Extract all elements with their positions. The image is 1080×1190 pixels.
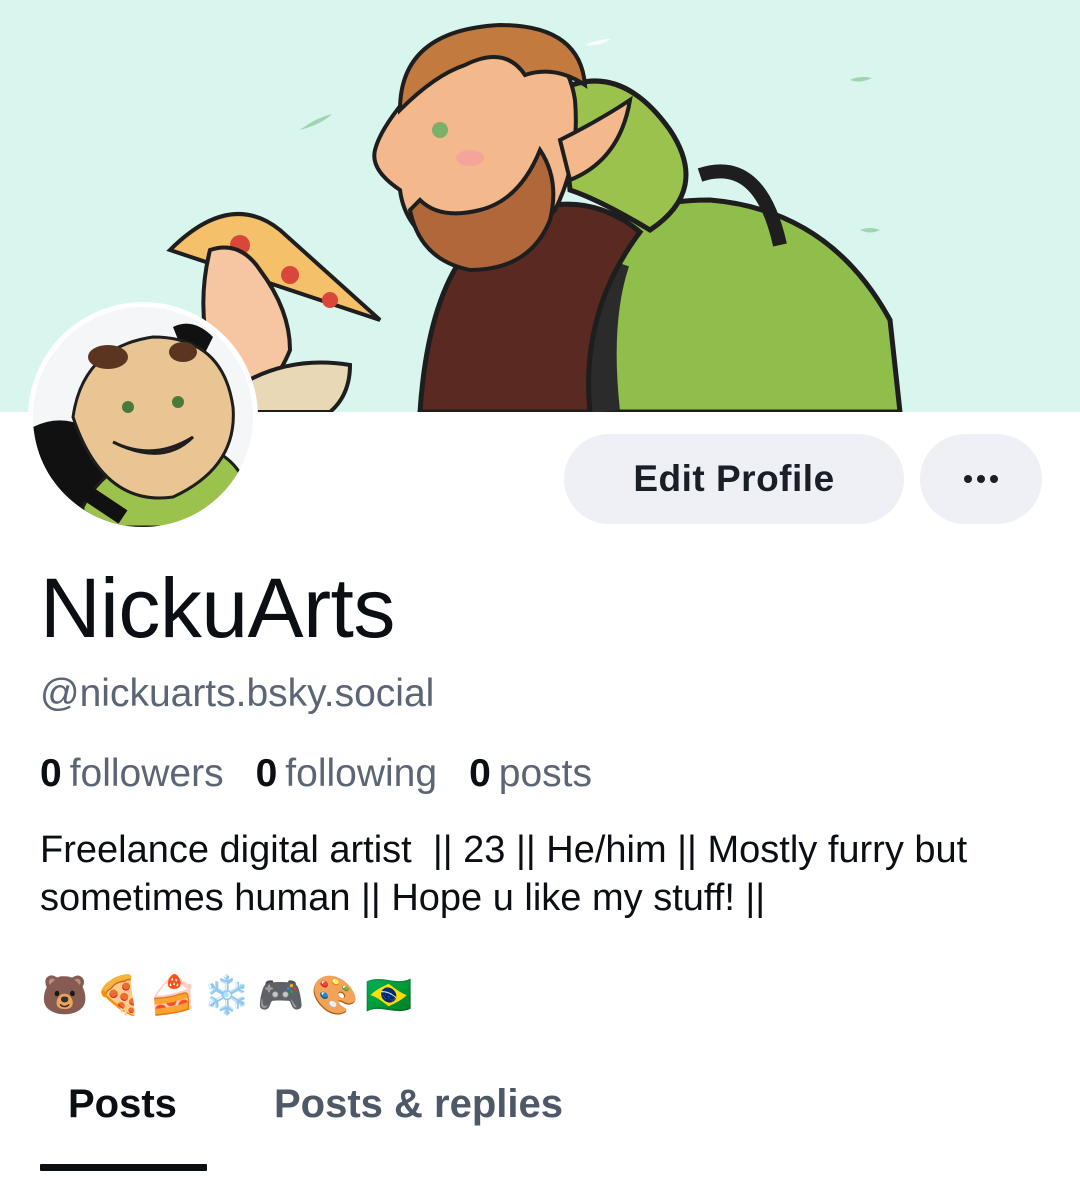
cake-emoji: 🍰: [149, 973, 197, 1017]
profile-tabs: Posts Posts & replies: [0, 1060, 1080, 1190]
bear-emoji: 🐻: [41, 973, 89, 1017]
posts-count: 0: [469, 752, 491, 795]
following-stat[interactable]: 0 following: [256, 754, 437, 793]
avatar[interactable]: [28, 302, 258, 532]
profile-bio: Freelance digital artist || 23 || He/him…: [40, 829, 978, 919]
pizza-emoji: 🍕: [95, 973, 143, 1017]
ellipsis-icon: [964, 475, 998, 483]
followers-count: 0: [40, 752, 62, 795]
more-options-button[interactable]: [920, 434, 1042, 524]
active-tab-indicator: [40, 1164, 207, 1171]
profile-stats: 0 followers 0 following 0 posts: [40, 754, 592, 793]
posts-stat: 0 posts: [469, 754, 592, 793]
brazil-flag-emoji: 🇧🇷: [365, 973, 413, 1017]
gamepad-emoji: 🎮: [257, 973, 305, 1017]
palette-emoji: 🎨: [311, 973, 359, 1017]
edit-profile-button[interactable]: Edit Profile: [564, 434, 904, 524]
following-count: 0: [255, 752, 278, 795]
tab-posts-and-replies[interactable]: Posts & replies: [274, 1084, 563, 1124]
avatar-illustration: [33, 307, 253, 527]
bio-emoji-row: 🐻 🍕 🍰 ❄️ 🎮 🎨 🇧🇷: [40, 972, 414, 1018]
followers-label: followers: [69, 752, 224, 795]
following-label: following: [285, 752, 438, 795]
followers-stat[interactable]: 0 followers: [40, 754, 224, 793]
user-handle: @nickuarts.bsky.social: [40, 672, 435, 715]
snowflake-emoji: ❄️: [203, 973, 251, 1017]
display-name: NickuArts: [40, 561, 395, 655]
tab-posts[interactable]: Posts: [68, 1084, 177, 1124]
posts-label: posts: [498, 752, 592, 795]
